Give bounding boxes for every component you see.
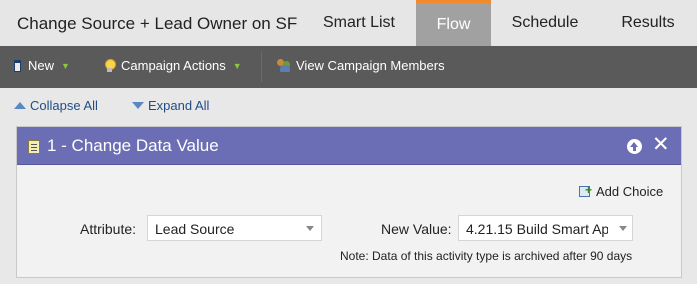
triangle-up-icon	[14, 102, 26, 109]
people-icon	[277, 59, 293, 72]
step-icon	[28, 140, 40, 154]
add-choice-button[interactable]: Add Choice	[579, 184, 663, 199]
campaign-actions-label: Campaign Actions	[121, 58, 226, 73]
lightbulb-icon	[104, 59, 116, 72]
new-value-label: New Value:	[381, 221, 452, 237]
triangle-down-icon	[132, 102, 144, 109]
new-label: New	[28, 58, 55, 73]
phone-icon	[14, 59, 21, 72]
collapse-all-label: Collapse All	[30, 98, 98, 113]
flow-step-header[interactable]: 1 - Change Data Value ✕	[17, 127, 681, 165]
caret-down-icon: ▼	[61, 60, 70, 71]
close-icon[interactable]: ✕	[652, 134, 670, 155]
new-button[interactable]: New ▼	[14, 58, 70, 73]
attribute-label: Attribute:	[80, 221, 137, 237]
tab-flow[interactable]: Flow	[416, 0, 491, 46]
new-value-value: 4.21.15 Build Smart Ap	[466, 221, 608, 237]
program-title: Change Source + Lead Owner on SF	[17, 14, 298, 33]
tab-bar: Change Source + Lead Owner on SF Smart L…	[0, 0, 697, 46]
add-choice-icon	[579, 184, 593, 198]
add-choice-label: Add Choice	[596, 184, 664, 199]
toolbar-divider	[261, 52, 262, 82]
archive-note: Note: Data of this activity type is arch…	[340, 249, 633, 263]
expand-all-link[interactable]: Expand All	[132, 98, 209, 113]
new-value-select[interactable]: 4.21.15 Build Smart Ap	[458, 215, 633, 241]
view-campaign-members-label: View Campaign Members	[296, 58, 445, 73]
tab-schedule[interactable]: Schedule	[491, 0, 599, 46]
tab-results[interactable]: Results	[599, 0, 697, 46]
flow-step-title: 1 - Change Data Value	[47, 136, 219, 155]
collapse-all-link[interactable]: Collapse All	[14, 98, 98, 113]
campaign-actions-button[interactable]: Campaign Actions ▼	[104, 58, 242, 73]
tab-smart-list[interactable]: Smart List	[303, 0, 415, 46]
flow-step-card: 1 - Change Data Value ✕ Add Choice Attri…	[16, 126, 682, 278]
toolbar: New ▼ Campaign Actions ▼ View Campaign M…	[0, 46, 697, 88]
view-campaign-members-button[interactable]: View Campaign Members	[277, 58, 445, 73]
attribute-select[interactable]: Lead Source	[147, 215, 322, 241]
move-up-icon[interactable]	[627, 139, 642, 154]
attribute-value: Lead Source	[155, 221, 235, 237]
chevron-down-icon	[306, 226, 314, 231]
expand-all-label: Expand All	[148, 98, 210, 113]
caret-down-icon: ▼	[232, 60, 242, 71]
chevron-down-icon	[619, 226, 627, 231]
